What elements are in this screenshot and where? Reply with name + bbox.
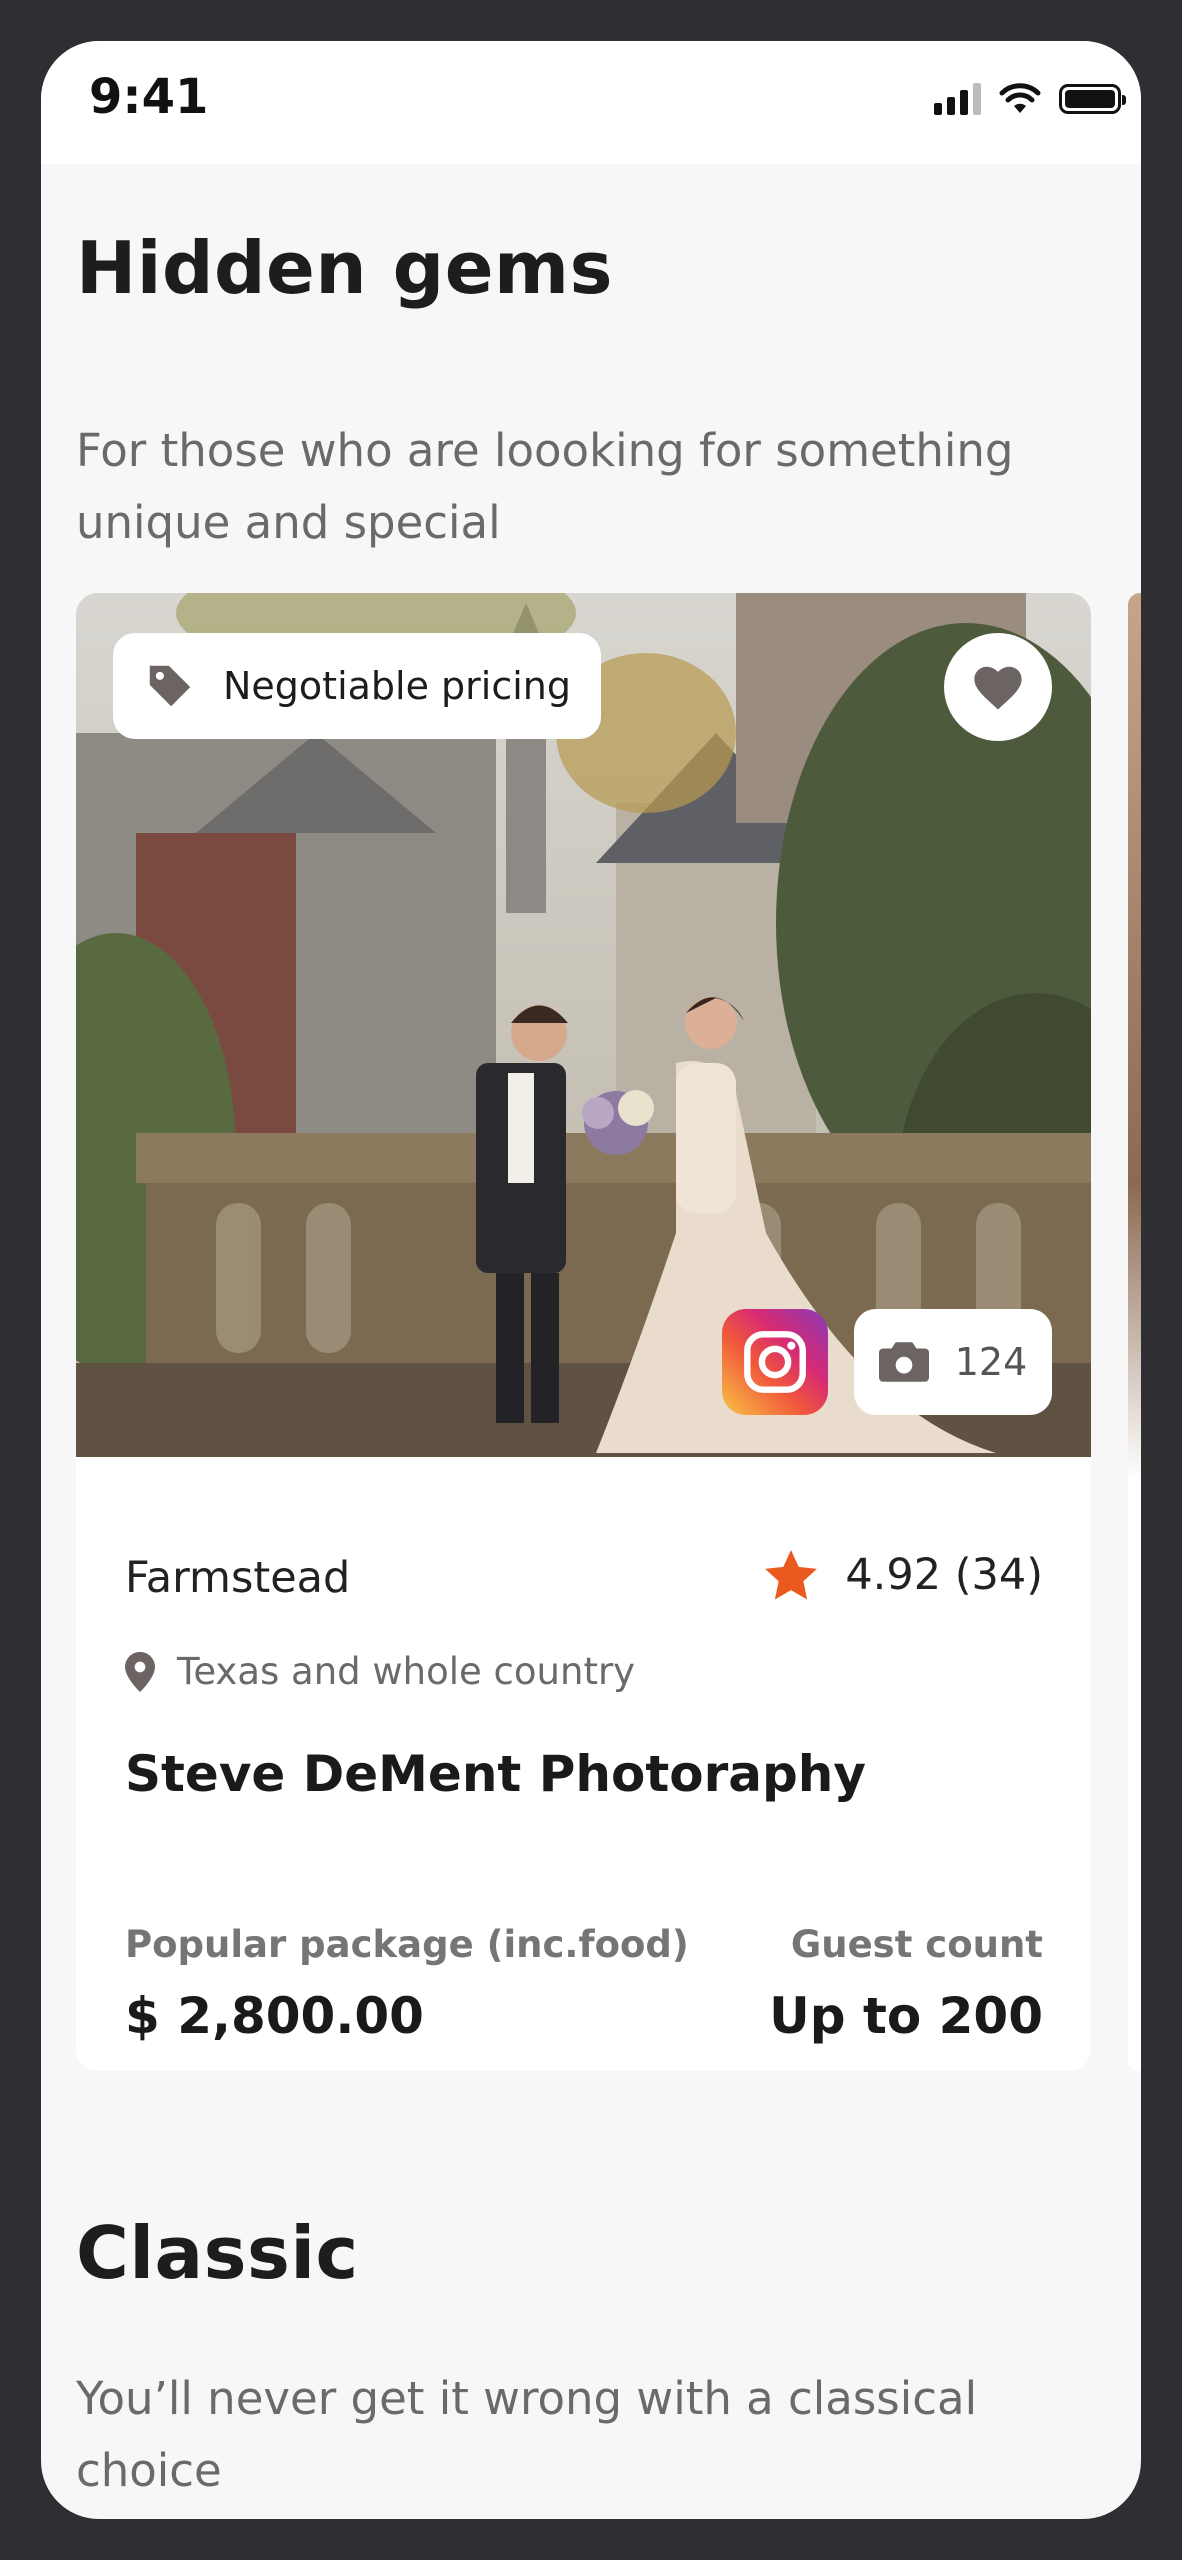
signal-icon — [934, 83, 981, 115]
section-subtitle-classic: You’ll never get it wrong with a classic… — [76, 2372, 978, 2497]
status-icons — [934, 79, 1126, 119]
section-subtitle-hidden-gems: For those who are loooking for something… — [76, 424, 1014, 549]
rating-value: 4.92 (34) — [845, 1550, 1043, 1600]
wifi-icon — [999, 83, 1041, 113]
section-title-classic: Classic — [76, 2211, 359, 2295]
star-icon — [765, 1550, 818, 1600]
package-price: $ 2,800.00 — [125, 1987, 424, 2045]
heart-icon — [974, 666, 1022, 710]
location-text: Texas and whole country — [177, 1650, 636, 1693]
guest-count-label: Guest count — [790, 1923, 1043, 1966]
section-title-hidden-gems: Hidden gems — [76, 226, 613, 310]
negotiable-pricing-badge: Negotiable pricing — [113, 633, 602, 739]
phone-screen: 9:41 Hidden gems For those who are loook… — [41, 41, 1141, 2519]
location-pin-icon — [125, 1651, 155, 1692]
photo-count-button[interactable]: 124 — [854, 1309, 1052, 1415]
package-label: Popular package (inc.food) — [125, 1923, 689, 1966]
battery-icon — [1059, 84, 1126, 114]
vendor-category: Farmstead — [125, 1553, 351, 1603]
instagram-button[interactable] — [722, 1309, 828, 1415]
camera-icon — [878, 1342, 929, 1382]
next-card-peek[interactable] — [1128, 593, 1141, 2071]
guest-count-value: Up to 200 — [769, 1987, 1043, 2045]
badge-label: Negotiable pricing — [223, 664, 572, 708]
tag-icon — [149, 665, 191, 707]
favorite-button[interactable] — [944, 633, 1052, 741]
vendor-photo[interactable]: Negotiable pricing 124 — [76, 593, 1091, 1457]
instagram-icon — [744, 1331, 806, 1393]
vendor-name[interactable]: Steve DeMent Photoraphy — [125, 1745, 866, 1803]
photo-count-label: 124 — [954, 1340, 1028, 1384]
status-time: 9:41 — [89, 69, 209, 125]
status-bar: 9:41 — [41, 41, 1141, 164]
vendor-location: Texas and whole country — [125, 1650, 635, 1693]
vendor-card[interactable]: Negotiable pricing 124 Farmstead 4.92 (3… — [76, 593, 1091, 2071]
vendor-rating: 4.92 (34) — [763, 1548, 1043, 1602]
